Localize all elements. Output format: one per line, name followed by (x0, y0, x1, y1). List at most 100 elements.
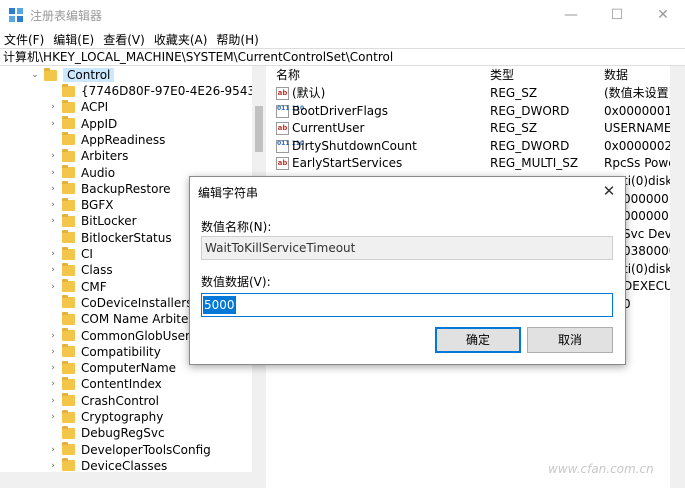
cell-type: REG_DWORD (490, 138, 570, 153)
watermark: www.cfan.com.cn (548, 462, 654, 476)
tree-item-label: ContentIndex (81, 377, 162, 392)
tree-item[interactable]: › Cryptography (48, 409, 163, 425)
tree-item[interactable]: › CrashControl (48, 393, 159, 409)
edit-string-dialog: 编辑字符串 ✕ 数值名称(N): WaitToKillServiceTimeou… (189, 176, 626, 365)
chevron-right-icon[interactable]: › (48, 119, 58, 129)
cell-name: (默认) (292, 86, 326, 100)
cell-name: CurrentUser (292, 121, 365, 135)
menu-favorites[interactable]: 收藏夹(A) (154, 31, 208, 48)
chevron-right-icon[interactable]: › (48, 200, 58, 210)
tree-item[interactable]: › DeveloperToolsConfig (48, 442, 211, 458)
tree-item[interactable]: › Audio (48, 165, 115, 181)
column-header-name[interactable]: 名称 (276, 66, 300, 84)
address-bar[interactable]: 计算机\HKEY_LOCAL_MACHINE\SYSTEM\CurrentCon… (0, 48, 685, 66)
tree-item[interactable]: › BGFX (48, 197, 113, 213)
tree-item[interactable]: › ComputerName (48, 360, 176, 376)
tree-item-label: ACPI (81, 100, 109, 115)
tree-item[interactable]: › Class (48, 262, 113, 278)
tree-item[interactable]: › BackupRestore (48, 181, 171, 197)
chevron-right-icon[interactable]: › (48, 216, 58, 226)
tree-item[interactable]: COM Name Arbiter (48, 311, 193, 327)
folder-icon (62, 279, 75, 293)
tree-item-label: Cryptography (81, 410, 164, 424)
tree-item[interactable]: BitlockerStatus (48, 230, 172, 246)
list-item[interactable]: ab EarlyStartServices REG_MULTI_SZ RpcSs Po… (268, 155, 685, 172)
chevron-right-icon[interactable]: › (48, 445, 58, 455)
tree-item[interactable]: › ContentIndex (48, 376, 162, 392)
tree-item[interactable]: › DeviceClasses (48, 458, 167, 472)
tree-item-control[interactable]: ⌄ Control (30, 67, 115, 83)
dialog-title-bar: 编辑字符串 ✕ (190, 177, 625, 205)
list-item[interactable]: 011 110 DirtyShutdownCount REG_DWORD 0x0000… (268, 138, 685, 155)
tree-item-label: BitlockerStatus (81, 230, 172, 245)
chevron-right-icon[interactable]: › (48, 168, 58, 178)
list-item[interactable]: 011 110 BootDriverFlags REG_DWORD 0x0000001… (268, 103, 685, 120)
tree-item[interactable]: DebugRegSvc (48, 425, 165, 441)
column-header-data[interactable]: 数据 (604, 66, 628, 84)
chevron-right-icon[interactable]: › (48, 331, 58, 341)
tree-item[interactable]: {7746D80F-97E0-4E26-9543-26 (48, 83, 266, 99)
close-button[interactable]: ✕ (640, 0, 685, 30)
cancel-button[interactable]: 取消 (527, 327, 613, 353)
folder-icon (62, 246, 75, 260)
title-bar: 注册表编辑器 — ☐ ✕ (0, 0, 685, 30)
chevron-right-icon[interactable]: › (48, 396, 58, 406)
folder-icon (62, 213, 75, 227)
chevron-down-icon[interactable]: ⌄ (30, 70, 40, 80)
chevron-right-icon[interactable]: › (48, 461, 58, 471)
list-vertical-scrollbar[interactable] (670, 66, 685, 488)
tree-horizontal-scrollbar[interactable] (0, 472, 266, 488)
folder-icon (62, 197, 75, 211)
chevron-right-icon[interactable]: › (48, 282, 58, 292)
menu-view[interactable]: 查看(V) (103, 31, 145, 48)
scrollbar-thumb[interactable] (255, 106, 263, 152)
tree-item-label: AppID (81, 116, 118, 131)
tree-item[interactable]: › BitLocker (48, 213, 137, 229)
menu-help[interactable]: 帮助(H) (216, 31, 258, 48)
dialog-close-icon[interactable]: ✕ (600, 182, 618, 200)
list-item[interactable]: ab CurrentUser REG_SZ USERNAME (268, 120, 685, 137)
chevron-right-icon[interactable]: › (48, 412, 58, 422)
menu-file[interactable]: 文件(F) (4, 31, 44, 48)
maximize-button[interactable]: ☐ (594, 0, 640, 30)
window-title: 注册表编辑器 (30, 9, 103, 23)
chevron-right-icon[interactable]: › (48, 379, 58, 389)
tree-item[interactable]: CoDeviceInstallers (48, 295, 192, 311)
cell-type: REG_DWORD (490, 103, 570, 118)
chevron-right-icon[interactable]: › (48, 347, 58, 357)
tree-item[interactable]: › Arbiters (48, 148, 128, 164)
value-data-input[interactable]: 5000 (201, 293, 613, 317)
tree-item[interactable]: › CommonGlobUserSe (48, 328, 205, 344)
chevron-right-icon[interactable]: › (48, 184, 58, 194)
tree-item-label: DeveloperToolsConfig (81, 442, 211, 457)
chevron-right-icon[interactable]: › (48, 363, 58, 373)
tree-item-label: COM Name Arbiter (81, 312, 194, 327)
folder-icon (62, 148, 75, 162)
chevron-right-icon[interactable]: › (48, 102, 58, 112)
folder-icon (62, 311, 75, 325)
chevron-right-icon[interactable]: › (48, 249, 58, 259)
tree-item[interactable]: › CI (48, 246, 93, 262)
tree-item-label: {7746D80F-97E0-4E26-9543-26 (81, 84, 266, 98)
list-item[interactable]: ab (默认) REG_SZ (数值未设置) (268, 85, 685, 102)
tree-item[interactable]: › AppID (48, 116, 117, 132)
tree-item[interactable]: AppReadiness (48, 132, 165, 148)
ok-button[interactable]: 确定 (435, 327, 521, 353)
folder-icon (62, 295, 75, 309)
folder-icon (62, 262, 75, 276)
value-data-text: 5000 (203, 296, 236, 314)
chevron-right-icon[interactable]: › (48, 265, 58, 275)
folder-icon (62, 99, 75, 113)
tree-item-label: Compatibility (81, 344, 161, 359)
dialog-title: 编辑字符串 (198, 186, 259, 200)
folder-icon (62, 409, 75, 423)
tree-item[interactable]: › CMF (48, 279, 107, 295)
menu-edit[interactable]: 编辑(E) (53, 31, 94, 48)
column-header-type[interactable]: 类型 (490, 66, 514, 84)
tree-item[interactable]: › ACPI (48, 99, 108, 115)
tree-item[interactable]: › Compatibility (48, 344, 161, 360)
minimize-button[interactable]: — (548, 0, 594, 30)
cell-type: REG_SZ (490, 86, 538, 100)
tree-item-label: ComputerName (81, 361, 177, 376)
chevron-right-icon[interactable]: › (48, 151, 58, 161)
